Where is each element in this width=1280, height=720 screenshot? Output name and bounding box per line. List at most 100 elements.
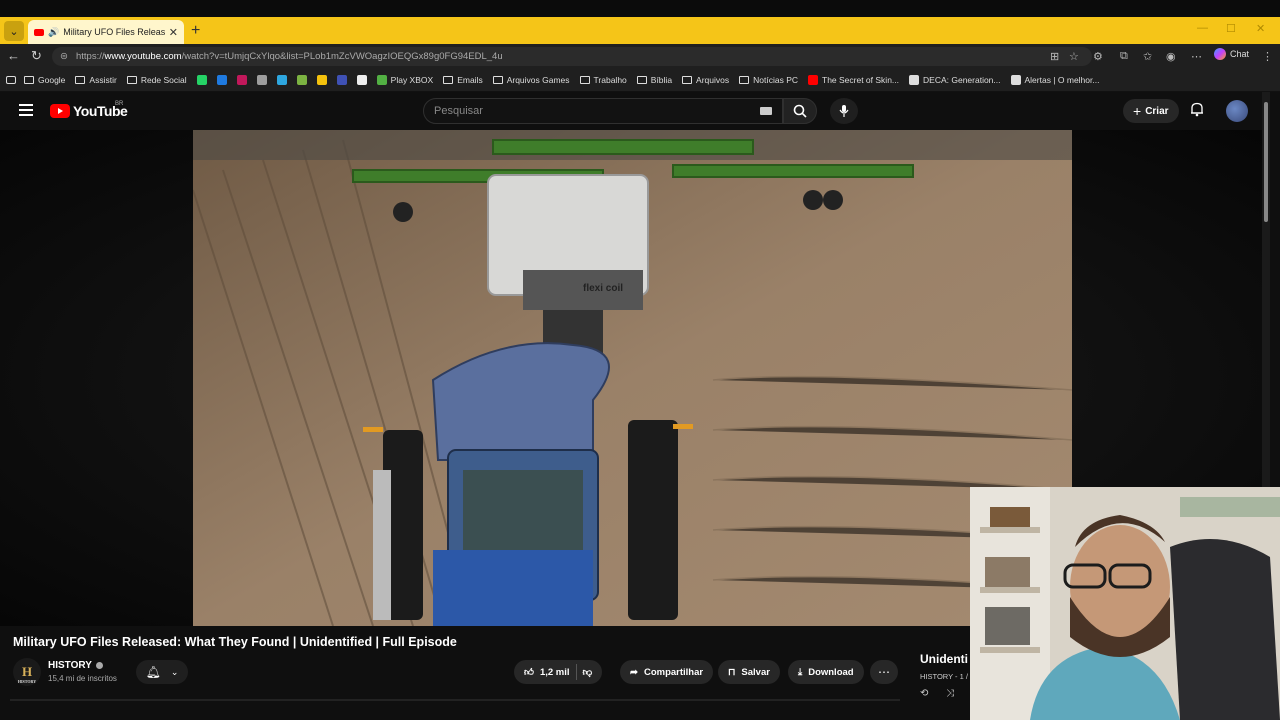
app-install-icon[interactable]: ⊞ [1050, 50, 1059, 63]
bookmark-item[interactable]: Assistir [73, 75, 118, 85]
reading-list-icon[interactable] [6, 76, 16, 84]
channel-name-row[interactable]: HISTORY [48, 660, 103, 671]
channel-avatar[interactable]: H HISTORY [13, 658, 41, 686]
new-tab-icon[interactable]: + [191, 22, 200, 40]
save-label: Salvar [741, 666, 770, 678]
microphone-icon [839, 105, 849, 117]
bookmark-label: Play XBOX [390, 75, 434, 85]
profile-icon[interactable]: ◉ [1166, 50, 1176, 63]
playlist-subtitle: HISTORY - 1 / [920, 672, 968, 681]
bookmark-item[interactable]: Trabalho [578, 75, 629, 85]
bookmark-item[interactable] [335, 75, 349, 85]
channel-logo-text: HISTORY [17, 679, 37, 684]
speaker-icon[interactable]: 🔊 [48, 27, 59, 38]
video-frame-tractor-field: flexi coil [193, 130, 1072, 626]
more-icon[interactable]: ⋮ [1262, 50, 1273, 63]
playlist-title[interactable]: Unidenti [920, 652, 968, 666]
bookmark-item[interactable] [215, 75, 229, 85]
youtube-play-icon [50, 104, 70, 118]
browser-tab-bar: ⌄ 🔊 Military UFO Files Released: W ✕ + —… [0, 0, 1280, 44]
bookmark-item[interactable]: Rede Social [125, 75, 189, 85]
back-arrow-icon[interactable]: ← [7, 48, 20, 63]
site-info-icon[interactable]: ⊜ [60, 51, 68, 62]
folder-icon [126, 76, 137, 84]
voice-search-button[interactable] [830, 98, 858, 124]
bookmark-item[interactable]: Notícias PC [737, 75, 800, 85]
extension-icon[interactable]: ⚙ [1093, 50, 1103, 63]
video-player[interactable]: flexi coil [193, 130, 1072, 626]
youtube-favicon-icon [34, 28, 44, 36]
close-tab-icon[interactable]: ✕ [169, 26, 178, 39]
site-favicon-icon [276, 75, 287, 85]
site-favicon-icon [336, 75, 347, 85]
bookmark-item[interactable] [255, 75, 269, 85]
folder-icon [492, 76, 503, 84]
favorite-star-icon[interactable]: ☆ [1069, 50, 1079, 63]
bookmark-item[interactable] [235, 75, 249, 85]
keyboard-icon[interactable] [760, 107, 772, 115]
bookmark-item[interactable] [355, 75, 369, 85]
active-tab[interactable]: 🔊 Military UFO Files Released: W ✕ [28, 20, 184, 44]
bookmark-item[interactable] [315, 75, 329, 85]
share-arrow-icon: ➦ [630, 666, 638, 678]
like-button[interactable]: 👍︎ 1,2 mil [524, 666, 570, 679]
site-favicon-icon [196, 75, 207, 85]
folder-icon [579, 76, 590, 84]
share-label: Compartilhar [643, 666, 704, 678]
country-code: BR [115, 101, 124, 107]
channel-name: HISTORY [48, 660, 92, 671]
bookmark-item[interactable]: Bíblia [635, 75, 674, 85]
search-input[interactable]: Pesquisar [423, 98, 783, 124]
hamburger-menu-icon[interactable] [19, 104, 33, 116]
share-button[interactable]: ➦ Compartilhar [620, 660, 714, 684]
bookmark-item[interactable] [295, 75, 309, 85]
folder-icon [682, 76, 693, 84]
implement-brand-text: flexi coil [583, 283, 623, 294]
dislike-button[interactable]: 👎︎ [583, 666, 593, 678]
close-window-icon[interactable]: ✕ [1256, 22, 1265, 35]
bookmark-item[interactable]: DECA: Generation... [907, 75, 1002, 85]
bookmark-item[interactable]: Alertas | O melhor... [1009, 75, 1102, 85]
bookmark-item[interactable] [275, 75, 289, 85]
bookmark-item[interactable]: Arquivos Games [491, 75, 572, 85]
url-field[interactable]: ⊜ https://www.youtube.com/watch?v=tUmjqC… [52, 47, 1092, 66]
tab-actions-menu-icon[interactable]: ⌄ [4, 21, 24, 41]
minimize-icon[interactable]: — [1197, 22, 1208, 34]
save-button[interactable]: ⊓ Salvar [718, 660, 780, 684]
site-favicon-icon [236, 75, 247, 85]
bookmark-label: Bíblia [650, 75, 673, 85]
notifications-bell-icon[interactable] [1190, 102, 1204, 120]
bookmark-item[interactable] [195, 75, 209, 85]
favorites-icon[interactable]: ✩ [1143, 50, 1152, 63]
create-button[interactable]: + Criar [1123, 99, 1179, 123]
bookmark-item[interactable]: Play XBOX [375, 75, 436, 85]
like-dislike-group: 👍︎ 1,2 mil 👎︎ [514, 660, 603, 684]
download-button[interactable]: ⤓ Download [788, 660, 864, 684]
site-favicon-icon [909, 75, 920, 85]
bookmark-label: Arquivos Games [506, 75, 570, 85]
bookmark-label: Arquivos [696, 75, 730, 85]
subscription-notifications-button[interactable]: 🔔︎ ⌄ [136, 660, 188, 684]
bookmark-item[interactable]: Google [22, 75, 67, 85]
split-screen-icon[interactable]: ⧉ [1120, 50, 1128, 63]
search-button[interactable] [783, 98, 817, 124]
bookmark-item[interactable]: Arquivos [680, 75, 731, 85]
bookmark-label: Trabalho [593, 75, 627, 85]
bookmark-item[interactable]: The Secret of Skin... [806, 75, 901, 85]
maximize-icon[interactable]: ☐ [1226, 22, 1236, 35]
copilot-chat-button[interactable]: Chat [1214, 48, 1249, 60]
download-icon: ⤓ [798, 666, 803, 678]
scrollbar-thumb[interactable] [1264, 102, 1268, 222]
site-favicon-icon [1010, 75, 1021, 85]
site-favicon-icon [296, 75, 307, 85]
site-favicon-icon [256, 75, 267, 85]
shuffle-icon[interactable]: ⤨ [946, 688, 954, 699]
loop-icon[interactable]: ⟲ [920, 688, 928, 699]
bookmark-item[interactable]: Emails [441, 75, 485, 85]
more-options-icon[interactable]: ⋯ [1191, 50, 1202, 63]
account-avatar[interactable] [1226, 100, 1248, 122]
search-icon [793, 104, 807, 118]
site-favicon-icon [216, 75, 227, 85]
more-actions-icon[interactable]: ⋯ [870, 660, 898, 684]
reload-icon[interactable]: ↻ [31, 48, 42, 64]
